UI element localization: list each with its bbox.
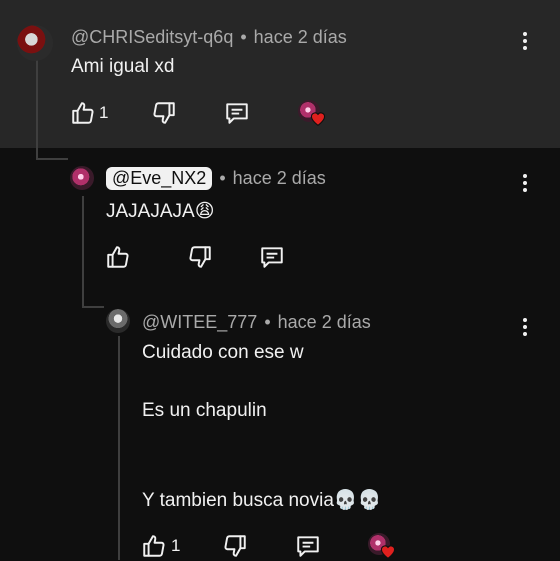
comment-meta: @CHRISeditsyt-q6q • hace 2 días (71, 27, 347, 48)
creator-heart (368, 533, 396, 561)
like-button[interactable] (103, 242, 133, 272)
avatar[interactable] (17, 25, 53, 61)
dislike-button[interactable] (220, 531, 250, 561)
separator-dot: • (240, 27, 247, 47)
comment-text-line-2: Es un chapulin (142, 400, 267, 421)
like-icon (107, 246, 129, 268)
reply-button[interactable] (293, 531, 323, 561)
reply-icon (261, 247, 283, 268)
thread-connector-1 (36, 158, 68, 160)
like-icon (72, 102, 94, 124)
comment-meta: @WITEE_777 • hace 2 días (142, 312, 371, 333)
timestamp[interactable]: hace 2 días (254, 27, 347, 47)
like-button[interactable] (139, 531, 169, 561)
author-handle[interactable]: @CHRISeditsyt-q6q (71, 27, 233, 47)
like-count: 1 (171, 536, 181, 555)
thread-connector-2 (82, 306, 104, 308)
more-options-button[interactable] (515, 314, 535, 340)
separator-dot: • (219, 168, 226, 188)
creator-heart (298, 100, 326, 128)
thread-line-1 (36, 60, 38, 160)
reply-button[interactable] (257, 242, 287, 272)
author-handle[interactable]: @WITEE_777 (142, 312, 257, 332)
separator-dot: • (264, 312, 271, 332)
avatar[interactable] (106, 309, 130, 333)
thread-line-2 (82, 196, 84, 308)
like-icon (143, 535, 165, 557)
timestamp[interactable]: hace 2 días (278, 312, 371, 332)
comment-text: JAJAJAJA😩 (106, 201, 215, 222)
author-handle[interactable]: @Eve_NX2 (106, 167, 213, 190)
dislike-button[interactable] (185, 242, 215, 272)
reply-icon (297, 536, 319, 557)
thread-line-3 (118, 336, 120, 560)
dislike-icon (153, 102, 175, 124)
creator-heart-icon (380, 545, 396, 559)
reply-button[interactable] (222, 98, 252, 128)
like-count: 1 (99, 103, 109, 122)
comment-text: Ami igual xd (71, 56, 175, 77)
more-options-button[interactable] (515, 28, 535, 54)
reply-icon (226, 103, 248, 124)
more-options-button[interactable] (515, 170, 535, 196)
comment-meta: @Eve_NX2 • hace 2 días (106, 167, 326, 190)
avatar[interactable] (70, 166, 94, 190)
dislike-icon (189, 246, 211, 268)
like-button[interactable] (68, 98, 98, 128)
comment-text-line-3: Y tambien busca novia💀💀 (142, 490, 382, 511)
creator-heart-icon (310, 112, 326, 126)
comment-text-line-1: Cuidado con ese w (142, 342, 304, 363)
dislike-icon (224, 535, 246, 557)
timestamp[interactable]: hace 2 días (233, 168, 326, 188)
dislike-button[interactable] (149, 98, 179, 128)
